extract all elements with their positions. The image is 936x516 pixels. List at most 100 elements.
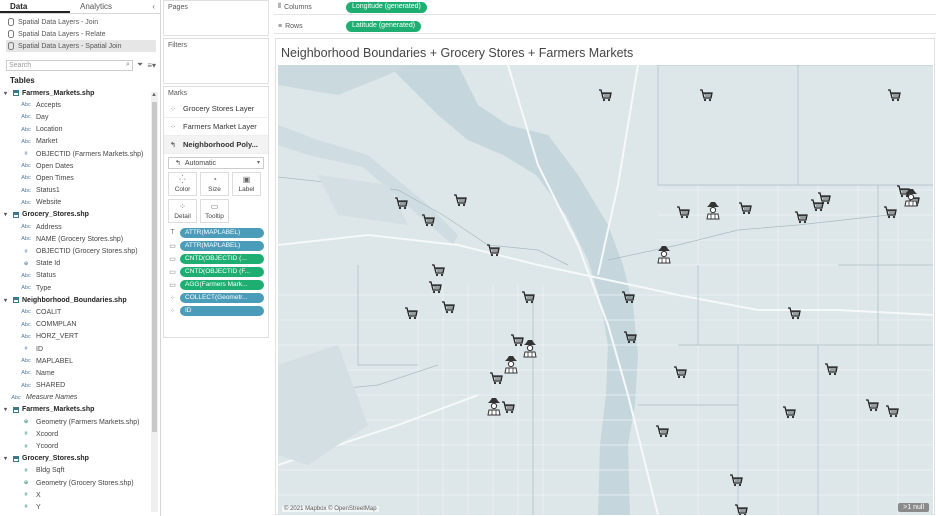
scrollbar-thumb[interactable] <box>152 102 157 432</box>
field-item[interactable]: # Xcoord <box>0 428 160 440</box>
field-item[interactable]: Abc NAME (Grocery Stores.shp) <box>0 233 160 245</box>
marks-tooltip-button[interactable]: ▭ Tooltip <box>200 199 229 223</box>
field-item[interactable]: # OBJECTID (Grocery Stores.shp) <box>0 245 160 257</box>
field-item[interactable]: # Ycoord <box>0 440 160 452</box>
field-name: ID <box>36 345 43 353</box>
marks-pill-row: T ATTR(MAPLABEL) <box>168 227 264 238</box>
field-item[interactable]: Abc SHARED <box>0 380 160 392</box>
encoding-icon[interactable]: ▭ <box>168 255 177 263</box>
null-indicator-badge[interactable]: >1 null <box>898 503 929 512</box>
field-item[interactable]: # X <box>0 489 160 501</box>
filter-icon[interactable]: ⏷ <box>137 60 143 70</box>
field-item[interactable]: Abc Measure Names <box>0 392 160 404</box>
map-canvas[interactable]: © 2021 Mapbox © OpenStreetMap >1 null <box>278 65 933 515</box>
tab-data[interactable]: Data <box>0 0 70 13</box>
scroll-up-icon[interactable]: ▲ <box>151 92 157 98</box>
encoding-icon[interactable]: ⁘ <box>168 307 177 315</box>
tab-analytics[interactable]: Analytics <box>70 0 140 13</box>
field-item[interactable]: # OBJECTID (Farmers Markets.shp) <box>0 148 160 160</box>
table-group-header[interactable]: ▾ Grocery_Stores.shp <box>0 209 160 221</box>
map-svg[interactable] <box>278 65 933 515</box>
field-item[interactable]: Abc Website <box>0 197 160 209</box>
encoding-icon[interactable]: ▭ <box>168 281 177 289</box>
field-name: X <box>36 491 41 499</box>
field-item[interactable]: Abc Open Times <box>0 172 160 184</box>
columns-shelf-label: ⦀ Columns <box>274 3 346 11</box>
field-item[interactable]: Abc Status1 <box>0 185 160 197</box>
field-item[interactable]: Abc COMMPLAN <box>0 319 160 331</box>
field-item[interactable]: Abc Open Dates <box>0 160 160 172</box>
longitude-pill[interactable]: Longitude (generated) <box>346 1 427 13</box>
mark-type-dropdown[interactable]: ↰ Automatic ▾ <box>168 157 264 169</box>
cards-pane: Pages Filters Marks ⁘ Grocery Stores Laye… <box>163 0 270 516</box>
marks-field-pill[interactable]: ATTR(MAPLABEL) <box>180 240 264 251</box>
marks-color-button[interactable]: ⁛ Color <box>168 172 197 196</box>
chevron-down-icon[interactable]: ▾ <box>4 406 10 413</box>
columns-shelf[interactable]: ⦀ Columns Longitude (generated) <box>274 0 936 15</box>
filters-card[interactable]: Filters <box>163 38 269 84</box>
marks-field-pill[interactable]: CNTD(OBJECTID (... <box>180 253 264 264</box>
marks-label-button[interactable]: ▣ Label <box>232 172 261 196</box>
field-type-icon: # <box>24 504 28 511</box>
table-group-header[interactable]: ▾ Farmers_Markets.shp <box>0 404 160 416</box>
field-item[interactable]: Abc Accepts <box>0 99 160 111</box>
encoding-icon[interactable]: ▭ <box>168 268 177 276</box>
data-source-item[interactable]: Spatial Data Layers - Spatial Join <box>6 40 156 52</box>
field-item[interactable]: Abc Type <box>0 282 160 294</box>
field-item[interactable]: Abc Day <box>0 111 160 123</box>
table-name: Grocery_Stores.shp <box>22 211 89 219</box>
chevron-down-icon[interactable]: ▾ <box>4 211 10 218</box>
map-attribution[interactable]: © 2021 Mapbox © OpenStreetMap <box>282 506 379 512</box>
chevron-down-icon[interactable]: ▾ <box>4 90 10 97</box>
data-source-item[interactable]: Spatial Data Layers - Relate <box>6 28 156 40</box>
field-name: Ycoord <box>36 443 59 451</box>
layer-label: Farmers Market Layer <box>183 122 257 131</box>
table-group-header[interactable]: ▾ Grocery_Stores.shp <box>0 453 160 465</box>
field-item[interactable]: # Bldg Sqft <box>0 465 160 477</box>
rows-shelf[interactable]: ≡ Rows Latitude (generated) <box>274 19 936 34</box>
encoding-icon[interactable]: ▭ <box>168 242 177 250</box>
encoding-icon[interactable]: T <box>168 229 177 236</box>
marks-field-pill[interactable]: ID <box>180 305 264 316</box>
field-item[interactable]: ⊕ State Id <box>0 258 160 270</box>
worksheet-title: Neighborhood Boundaries + Grocery Stores… <box>281 46 634 60</box>
field-item[interactable]: # Y <box>0 501 160 513</box>
marks-size-button[interactable]: ◔ Size <box>200 172 229 196</box>
chevron-down-icon[interactable]: ▾ <box>4 455 10 462</box>
field-item[interactable]: Abc MAPLABEL <box>0 355 160 367</box>
encoding-icon[interactable]: ⁘ <box>168 294 177 302</box>
field-type-icon: Abc <box>21 175 31 182</box>
marks-field-pill[interactable]: AGG(Farmers Mark... <box>180 279 264 290</box>
table-icon <box>13 297 19 304</box>
collapse-pane-icon[interactable]: ‹ <box>152 2 155 11</box>
field-item[interactable]: # ID <box>0 343 160 355</box>
marks-field-pill[interactable]: CNTD(OBJECTID (F... <box>180 266 264 277</box>
marks-layer-item[interactable]: ⁘ Farmers Market Layer <box>164 118 268 136</box>
field-item[interactable]: Abc HORZ_VERT <box>0 331 160 343</box>
field-item[interactable]: Abc Status <box>0 270 160 282</box>
field-item[interactable]: Abc Market <box>0 136 160 148</box>
marks-field-pill[interactable]: ATTR(MAPLABEL) <box>180 227 264 238</box>
table-icon <box>13 90 19 97</box>
view-options-icon[interactable]: ≡▾ <box>147 61 156 70</box>
field-item[interactable]: ⊕ Geometry (Grocery Stores.shp) <box>0 477 160 489</box>
field-item[interactable]: Abc Location <box>0 124 160 136</box>
marks-field-pill[interactable]: COLLECT(Geometr... <box>180 292 264 303</box>
field-search-input[interactable]: Search ⌕ <box>6 59 133 71</box>
field-search-row: Search ⌕ ⏷ ≡▾ <box>6 58 156 72</box>
marks-layer-item[interactable]: ⁘ Grocery Stores Layer <box>164 100 268 118</box>
field-item[interactable]: Abc Name <box>0 367 160 379</box>
marks-detail-button[interactable]: ⁘ Detail <box>168 199 197 223</box>
marks-layer-item[interactable]: ↰ Neighborhood Poly... <box>164 136 268 154</box>
table-group-header[interactable]: ▾ Neighborhood_Boundaries.shp <box>0 294 160 306</box>
pages-card[interactable]: Pages <box>163 0 269 36</box>
field-list-scrollbar[interactable]: ▲ <box>151 92 158 512</box>
field-item[interactable]: Abc COALIT <box>0 306 160 318</box>
table-group-header[interactable]: ▾ Farmers_Markets.shp <box>0 87 160 99</box>
field-item[interactable]: ⊕ Geometry (Farmers Markets.shp) <box>0 416 160 428</box>
latitude-pill[interactable]: Latitude (generated) <box>346 20 422 32</box>
field-item[interactable]: Abc Address <box>0 221 160 233</box>
chevron-down-icon[interactable]: ▾ <box>4 297 10 304</box>
data-source-item[interactable]: Spatial Data Layers - Join <box>6 16 156 28</box>
field-type-icon: Abc <box>21 236 31 243</box>
